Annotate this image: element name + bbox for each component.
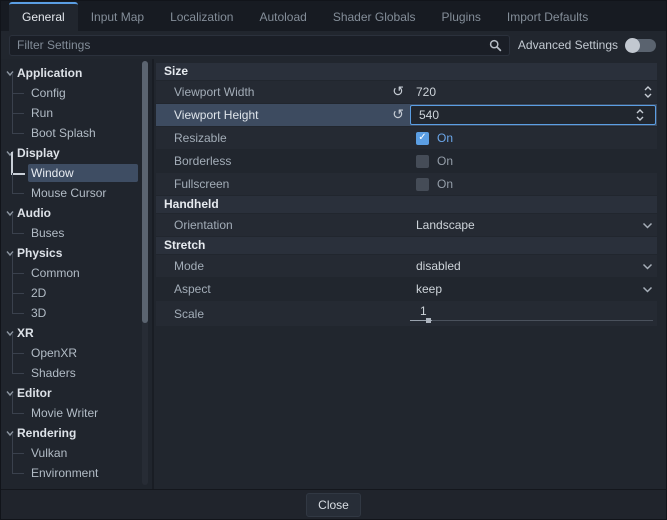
tab-general[interactable]: General: [9, 2, 78, 31]
settings-body: Application Config Run Boot Splash Displ…: [1, 59, 666, 489]
scale-value[interactable]: 1: [420, 304, 427, 318]
filter-row: Advanced Settings: [1, 31, 666, 59]
tab-bar: General Input Map Localization Autoload …: [1, 1, 666, 31]
property-row-resizable: Resizable ✓ On: [156, 127, 657, 149]
viewport-height-spinbox[interactable]: 540: [410, 105, 656, 125]
checkbox-checked-icon[interactable]: ✓: [416, 132, 429, 145]
scale-slider[interactable]: 1: [408, 301, 657, 326]
section-header-handheld: Handheld: [156, 196, 657, 213]
slider-grabber[interactable]: [426, 318, 431, 323]
checkbox-unchecked-icon[interactable]: [416, 178, 429, 191]
filter-settings-input[interactable]: [17, 38, 489, 52]
section-header-stretch: Stretch: [156, 237, 657, 254]
tab-autoload[interactable]: Autoload: [246, 2, 319, 31]
checkbox-state-text: On: [437, 154, 453, 168]
viewport-width-value[interactable]: 720: [416, 85, 436, 99]
tree-item-mouse-cursor[interactable]: Mouse Cursor: [1, 183, 152, 203]
chevron-down-icon: [642, 263, 657, 270]
close-button[interactable]: Close: [306, 493, 361, 517]
spinner-updown-icon[interactable]: [643, 85, 657, 99]
tab-import-defaults[interactable]: Import Defaults: [494, 2, 601, 31]
settings-tree: Application Config Run Boot Splash Displ…: [1, 59, 154, 489]
project-settings-dialog: General Input Map Localization Autoload …: [0, 0, 667, 520]
tree-item-shaders[interactable]: Shaders: [1, 363, 152, 383]
tree-item-3d[interactable]: 3D: [1, 303, 152, 323]
property-label: Viewport Width: [174, 85, 254, 99]
tab-plugins[interactable]: Plugins: [429, 2, 494, 31]
revert-icon[interactable]: ↺: [392, 85, 404, 99]
property-row-viewport-width: Viewport Width ↺ 720: [156, 81, 657, 103]
checkbox-unchecked-icon[interactable]: [416, 155, 429, 168]
chevron-down-icon: [642, 286, 657, 293]
advanced-settings-label: Advanced Settings: [518, 38, 618, 52]
search-icon: [489, 39, 502, 52]
tree-scrollbar-thumb[interactable]: [142, 61, 148, 323]
property-row-viewport-height: Viewport Height ↺ 540: [156, 104, 657, 126]
property-row-orientation: Orientation Landscape: [156, 214, 657, 236]
property-row-scale: Scale 1: [156, 301, 657, 326]
toggle-knob: [625, 38, 640, 53]
filter-settings-box[interactable]: [9, 35, 510, 56]
viewport-height-value[interactable]: 540: [419, 108, 439, 122]
stretch-mode-dropdown[interactable]: disabled: [408, 255, 657, 277]
tab-shader-globals[interactable]: Shader Globals: [320, 2, 429, 31]
property-label: Resizable: [174, 131, 227, 145]
orientation-dropdown[interactable]: Landscape: [408, 214, 657, 236]
property-label: Borderless: [174, 154, 231, 168]
stretch-aspect-dropdown[interactable]: keep: [408, 278, 657, 300]
property-label: Aspect: [174, 282, 211, 296]
property-label: Scale: [174, 307, 204, 321]
tree-item-movie-writer[interactable]: Movie Writer: [1, 403, 152, 423]
spinner-updown-icon[interactable]: [635, 108, 649, 122]
property-label: Viewport Height: [174, 108, 259, 122]
property-label: Fullscreen: [174, 177, 229, 191]
checkbox-state-text: On: [437, 177, 453, 191]
slider-track[interactable]: [410, 320, 653, 321]
tab-input-map[interactable]: Input Map: [78, 2, 157, 31]
property-label: Mode: [174, 259, 204, 273]
dialog-footer: Close: [1, 489, 666, 519]
property-row-aspect: Aspect keep: [156, 278, 657, 300]
tree-item-boot-splash[interactable]: Boot Splash: [1, 123, 152, 143]
inspector-panel: Size Viewport Width ↺ 720 Viewport Heigh…: [154, 59, 666, 489]
chevron-down-icon: [642, 222, 657, 229]
section-header-size: Size: [156, 63, 657, 80]
property-row-fullscreen: Fullscreen On: [156, 173, 657, 195]
tab-localization[interactable]: Localization: [157, 2, 246, 31]
checkbox-state-text: On: [437, 131, 453, 145]
property-label: Orientation: [174, 218, 233, 232]
tree-item-environment[interactable]: Environment: [1, 463, 152, 483]
tree-scrollbar[interactable]: [142, 61, 148, 485]
revert-icon[interactable]: ↺: [392, 108, 404, 122]
property-row-borderless: Borderless On: [156, 150, 657, 172]
advanced-settings-toggle[interactable]: [626, 39, 656, 52]
property-row-mode: Mode disabled: [156, 255, 657, 277]
tree-item-buses[interactable]: Buses: [1, 223, 152, 243]
